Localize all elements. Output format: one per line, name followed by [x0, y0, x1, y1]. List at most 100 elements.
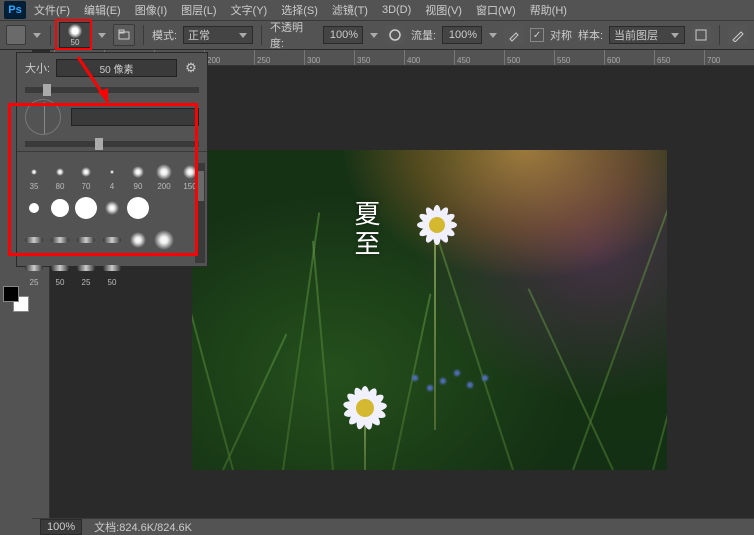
brush-preset[interactable]	[99, 224, 125, 256]
pressure-opacity-button[interactable]	[385, 25, 405, 45]
hardness-slider[interactable]	[25, 141, 199, 147]
doc-size-label: 文档:824.6K/824.6K	[94, 519, 192, 535]
ruler-tick: 500	[504, 50, 554, 65]
canvas[interactable]: 夏至	[192, 150, 667, 470]
airbrush-button[interactable]	[504, 25, 524, 45]
ruler-tick: 350	[354, 50, 404, 65]
brush-panel-scrollbar[interactable]	[195, 163, 205, 263]
size-input[interactable]: 50 像素	[56, 59, 177, 77]
menu-select[interactable]: 选择(S)	[275, 0, 324, 20]
brush-preset[interactable]: 90	[125, 160, 151, 192]
brush-preset[interactable]	[73, 224, 99, 256]
brush-preset[interactable]	[151, 192, 177, 224]
sample-value: 当前图层	[614, 27, 658, 43]
flow-value: 100%	[449, 29, 477, 41]
gear-icon[interactable]: ⚙	[183, 60, 199, 76]
sample-select[interactable]: 当前图层	[609, 26, 685, 44]
options-bar: 50 模式: 正常 不透明度: 100% 流量: 100% 对称 样本: 当前图…	[0, 20, 754, 50]
menu-filter[interactable]: 滤镜(T)	[326, 0, 374, 20]
opacity-label: 不透明度:	[270, 19, 317, 51]
opacity-input[interactable]: 100%	[323, 26, 363, 44]
menu-bar: Ps 文件(F) 编辑(E) 图像(I) 图层(L) 文字(Y) 选择(S) 滤…	[0, 0, 754, 20]
size-label: 大小:	[25, 60, 50, 76]
brush-preset[interactable]: 4	[99, 160, 125, 192]
flower-main	[412, 200, 462, 250]
ruler-tick: 300	[304, 50, 354, 65]
divider	[50, 25, 51, 45]
brush-preset[interactable]	[21, 224, 47, 256]
brush-preview-button[interactable]: 50	[59, 22, 91, 48]
brush-preset[interactable]: 70	[73, 160, 99, 192]
menu-help[interactable]: 帮助(H)	[524, 0, 573, 20]
opacity-value: 100%	[330, 29, 358, 41]
scrollbar-handle[interactable]	[196, 171, 204, 201]
menu-image[interactable]: 图像(I)	[129, 0, 173, 20]
flow-dropdown-icon[interactable]	[488, 30, 498, 40]
blue-flower	[440, 378, 446, 384]
ruler-tick: 250	[254, 50, 304, 65]
divider	[143, 25, 144, 45]
menu-3d[interactable]: 3D(D)	[376, 2, 417, 18]
mode-label: 模式:	[152, 27, 177, 43]
slider-thumb[interactable]	[95, 138, 103, 150]
pressure-size-button[interactable]	[728, 25, 748, 45]
blue-flower	[412, 375, 418, 381]
chevron-down-icon	[670, 30, 680, 40]
blue-flower	[427, 385, 433, 391]
sample-label: 样本:	[578, 27, 603, 43]
brush-preset[interactable]	[47, 192, 73, 224]
flow-input[interactable]: 100%	[442, 26, 482, 44]
divider	[719, 25, 720, 45]
brush-picker-panel: 大小: 50 像素 ⚙ 35 80 70 4 90 200 150 25 50 …	[16, 52, 208, 267]
brush-preset[interactable]	[73, 192, 99, 224]
menu-layer[interactable]: 图层(L)	[175, 0, 222, 20]
size-slider[interactable]	[25, 87, 199, 93]
opacity-dropdown-icon[interactable]	[369, 30, 379, 40]
status-bar: 100% 文档:824.6K/824.6K	[32, 518, 754, 534]
slider-thumb[interactable]	[43, 84, 51, 96]
symmetry-checkbox[interactable]	[530, 28, 544, 42]
sample-all-button[interactable]	[691, 25, 711, 45]
mode-select[interactable]: 正常	[183, 26, 253, 44]
brush-size-label: 50	[71, 38, 80, 47]
brush-preset[interactable]: 35	[21, 160, 47, 192]
menu-edit[interactable]: 编辑(E)	[78, 0, 127, 20]
tool-preset-button[interactable]	[6, 25, 26, 45]
menu-window[interactable]: 窗口(W)	[470, 0, 522, 20]
ruler-tick: 200	[204, 50, 254, 65]
ruler-tick: 450	[454, 50, 504, 65]
zoom-display[interactable]: 100%	[40, 519, 82, 535]
brush-preset[interactable]: 80	[47, 160, 73, 192]
brush-preset[interactable]	[99, 192, 125, 224]
hardness-input[interactable]	[71, 108, 199, 126]
brush-preset[interactable]	[21, 192, 47, 224]
menu-type[interactable]: 文字(Y)	[225, 0, 274, 20]
brush-preset[interactable]	[125, 224, 151, 256]
ruler-tick: 700	[704, 50, 754, 65]
blue-flower	[467, 382, 473, 388]
brush-preset[interactable]: 25	[73, 256, 99, 288]
canvas-background	[192, 150, 667, 470]
flower-secondary	[337, 380, 393, 436]
tool-preset-dropdown-icon[interactable]	[32, 30, 42, 40]
flower-stem	[434, 230, 436, 430]
symmetry-label: 对称	[550, 27, 572, 43]
brush-preset[interactable]: 50	[99, 256, 125, 288]
brush-preset[interactable]: 25	[21, 256, 47, 288]
brush-preset[interactable]	[47, 224, 73, 256]
brush-preset[interactable]: 200	[151, 160, 177, 192]
brush-settings-button[interactable]	[113, 24, 135, 46]
brush-preset[interactable]	[151, 224, 177, 256]
brush-dot-icon	[68, 24, 82, 38]
ruler-tick: 550	[554, 50, 604, 65]
flow-label: 流量:	[411, 27, 436, 43]
brush-angle-control[interactable]	[25, 99, 61, 135]
mode-value: 正常	[188, 27, 210, 43]
brush-preset[interactable]: 50	[47, 256, 73, 288]
menu-view[interactable]: 视图(V)	[419, 0, 468, 20]
brush-preset[interactable]	[125, 192, 151, 224]
brush-dropdown-icon[interactable]	[97, 30, 107, 40]
divider	[261, 25, 262, 45]
menu-file[interactable]: 文件(F)	[28, 0, 76, 20]
ruler-tick: 650	[654, 50, 704, 65]
